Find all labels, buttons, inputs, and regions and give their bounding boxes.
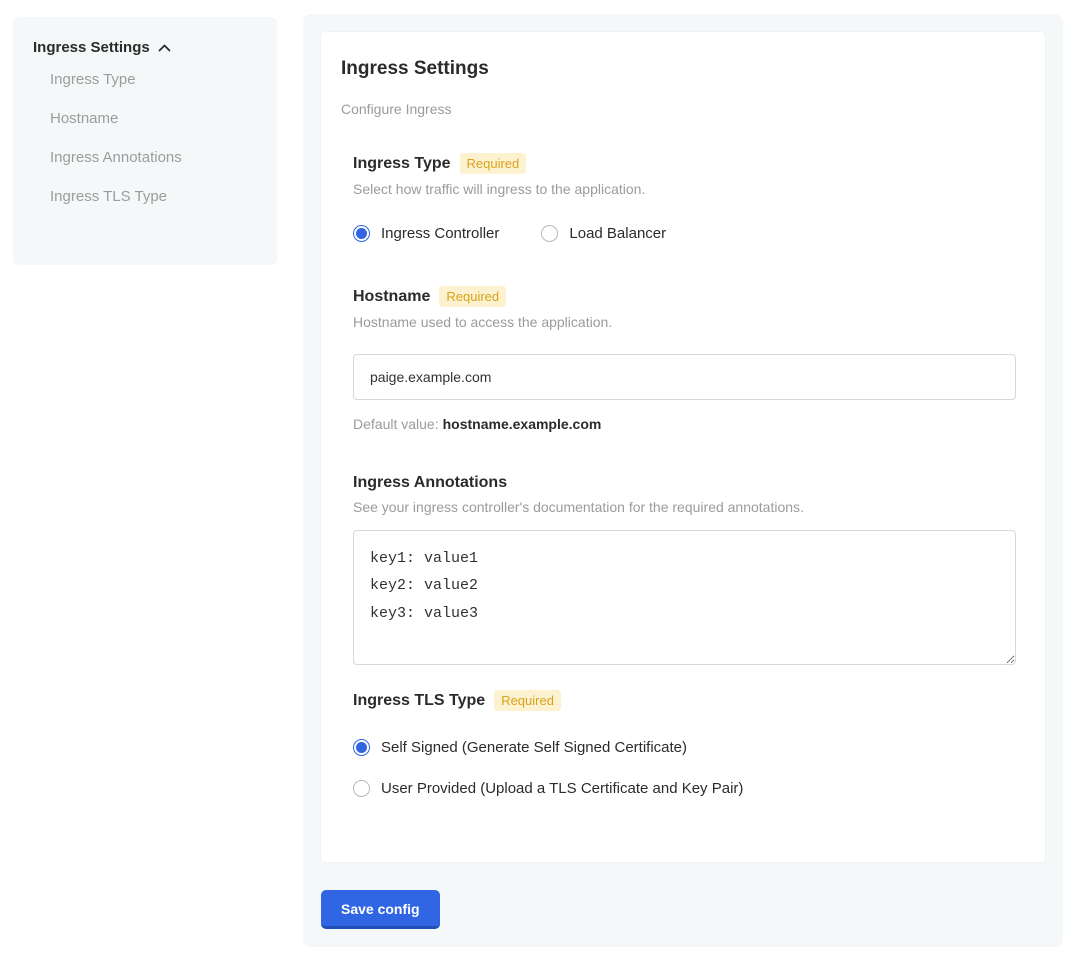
config-main-panel: Ingress Settings Configure Ingress Ingre… xyxy=(303,14,1063,947)
default-value-prefix: Default value: xyxy=(353,416,439,432)
card-body: Ingress Type Required Select how traffic… xyxy=(353,153,1015,797)
default-value: hostname.example.com xyxy=(443,416,602,432)
save-config-button[interactable]: Save config xyxy=(321,890,440,929)
tls-type-radio-group: Self Signed (Generate Self Signed Certif… xyxy=(353,739,1015,797)
ingress-settings-card: Ingress Settings Configure Ingress Ingre… xyxy=(321,32,1045,862)
page-subtitle: Configure Ingress xyxy=(341,101,1015,117)
section-help-text: Hostname used to access the application. xyxy=(353,314,1015,330)
required-badge: Required xyxy=(460,153,527,174)
section-ingress-tls-type: Ingress TLS Type Required Self Signed (G… xyxy=(353,690,1015,797)
radio-label: Load Balancer xyxy=(569,225,666,242)
section-ingress-annotations: Ingress Annotations See your ingress con… xyxy=(353,474,1015,670)
radio-self-signed[interactable]: Self Signed (Generate Self Signed Certif… xyxy=(353,739,1015,756)
section-help-text: Select how traffic will ingress to the a… xyxy=(353,181,1015,197)
section-heading: Hostname Required xyxy=(353,286,1015,307)
section-hostname: Hostname Required Hostname used to acces… xyxy=(353,286,1015,432)
sidebar-group-label: Ingress Settings xyxy=(33,39,150,56)
section-heading: Ingress Annotations xyxy=(353,474,1015,492)
config-nav-sidebar: Ingress Settings Ingress Type Hostname I… xyxy=(13,17,277,265)
radio-load-balancer[interactable]: Load Balancer xyxy=(541,225,666,242)
ingress-annotations-textarea[interactable]: key1: value1 key2: value2 key3: value3 xyxy=(353,530,1016,665)
section-heading: Ingress Type Required xyxy=(353,153,1015,174)
radio-icon xyxy=(541,225,558,242)
sidebar-item-ingress-annotations[interactable]: Ingress Annotations xyxy=(33,138,257,177)
sidebar-item-ingress-tls-type[interactable]: Ingress TLS Type xyxy=(33,177,257,216)
chevron-up-icon xyxy=(158,44,171,52)
radio-label: Ingress Controller xyxy=(381,225,499,242)
required-badge: Required xyxy=(494,690,561,711)
page-title: Ingress Settings xyxy=(341,58,1015,80)
radio-user-provided[interactable]: User Provided (Upload a TLS Certificate … xyxy=(353,780,1015,797)
section-heading: Ingress TLS Type Required xyxy=(353,690,1015,711)
radio-ingress-controller[interactable]: Ingress Controller xyxy=(353,225,499,242)
sidebar-item-hostname[interactable]: Hostname xyxy=(33,99,257,138)
required-badge: Required xyxy=(439,286,506,307)
default-value-line: Default value:hostname.example.com xyxy=(353,416,1015,432)
section-label: Ingress TLS Type xyxy=(353,692,485,710)
sidebar-group-ingress-settings[interactable]: Ingress Settings xyxy=(33,39,257,60)
section-ingress-type: Ingress Type Required Select how traffic… xyxy=(353,153,1015,242)
radio-icon xyxy=(353,225,370,242)
sidebar-item-ingress-type[interactable]: Ingress Type xyxy=(33,60,257,99)
section-label: Ingress Annotations xyxy=(353,474,507,492)
radio-label: User Provided (Upload a TLS Certificate … xyxy=(381,780,743,797)
section-label: Ingress Type xyxy=(353,155,451,173)
hostname-input[interactable] xyxy=(353,354,1016,400)
ingress-type-radio-group: Ingress Controller Load Balancer xyxy=(353,225,1015,242)
radio-icon xyxy=(353,780,370,797)
radio-icon xyxy=(353,739,370,756)
radio-label: Self Signed (Generate Self Signed Certif… xyxy=(381,739,687,756)
section-help-text: See your ingress controller's documentat… xyxy=(353,499,1015,515)
section-label: Hostname xyxy=(353,288,430,306)
